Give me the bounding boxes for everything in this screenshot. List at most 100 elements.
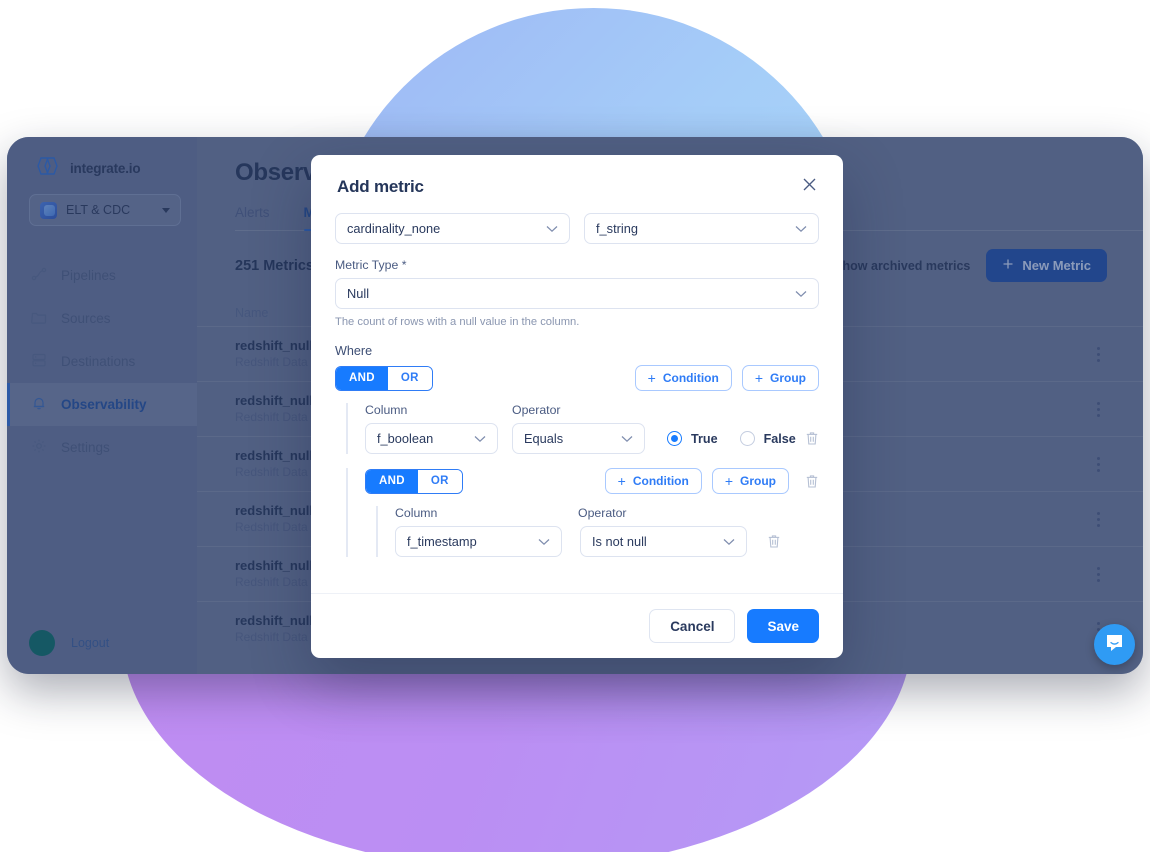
group-add-group-button[interactable]: + Group bbox=[711, 468, 789, 494]
plus-icon: + bbox=[617, 473, 626, 489]
metric-type-value: Null bbox=[347, 286, 370, 301]
group-add-condition-label: Condition bbox=[632, 474, 689, 488]
group-condition-column-select[interactable]: f_timestamp bbox=[395, 526, 562, 557]
logout-row[interactable]: Logout bbox=[29, 630, 109, 656]
screenshot-stage: integrate.io ELT & CDC Pipelines Sources… bbox=[0, 0, 1150, 852]
delete-condition-icon[interactable] bbox=[805, 431, 819, 446]
brand-name: integrate.io bbox=[70, 161, 141, 176]
tab-alerts[interactable]: Alerts bbox=[235, 205, 270, 230]
boolean-false-option[interactable]: False bbox=[739, 431, 796, 446]
sidebar-item-label: Settings bbox=[61, 440, 110, 455]
chevron-down-icon bbox=[723, 534, 735, 549]
avatar bbox=[29, 630, 55, 656]
column-select[interactable]: f_string bbox=[584, 213, 819, 244]
chevron-down-icon bbox=[795, 221, 807, 236]
chevron-down-icon bbox=[621, 431, 633, 446]
group-condition-operator-select[interactable]: Is not null bbox=[580, 526, 747, 557]
brand-logo[interactable]: integrate.io bbox=[7, 137, 197, 180]
dialog-footer: Cancel Save bbox=[311, 593, 843, 658]
root-logic-and[interactable]: AND bbox=[336, 366, 388, 390]
group-logic-or[interactable]: OR bbox=[417, 469, 462, 493]
intercom-launcher-button[interactable] bbox=[1094, 624, 1135, 665]
metric-name-select[interactable]: cardinality_none bbox=[335, 213, 570, 244]
top-select-row: cardinality_none f_string bbox=[335, 213, 819, 244]
metric-type-select[interactable]: Null bbox=[335, 278, 819, 309]
column-value: f_string bbox=[596, 221, 638, 236]
root-add-condition-button[interactable]: + Condition bbox=[634, 365, 732, 391]
root-add-condition-label: Condition bbox=[662, 371, 719, 385]
column-header-name: Name bbox=[235, 306, 269, 320]
workspace-icon bbox=[40, 201, 57, 219]
column-label: Column bbox=[365, 403, 408, 417]
radio-false-icon[interactable] bbox=[739, 431, 755, 446]
where-label: Where bbox=[335, 344, 373, 358]
group-add-buttons: + Condition + Group bbox=[604, 468, 819, 494]
plus-icon bbox=[1002, 258, 1014, 273]
sidebar-item-label: Sources bbox=[61, 311, 111, 326]
logout-label: Logout bbox=[71, 636, 110, 650]
plus-icon: + bbox=[754, 370, 763, 386]
root-logic-toggle[interactable]: AND OR bbox=[335, 365, 433, 391]
group-condition-fields: f_timestamp Is not null bbox=[395, 526, 819, 557]
workspace-selector[interactable]: ELT & CDC bbox=[29, 194, 181, 226]
nested-group-block: AND OR + Condition + Group Column Operat… bbox=[346, 468, 819, 557]
chevron-down-icon bbox=[538, 534, 550, 549]
root-condition-block: Column Operator f_boolean Equals True Fa… bbox=[346, 403, 819, 454]
boolean-true-option[interactable]: True bbox=[667, 431, 718, 446]
operator-label: Operator bbox=[578, 506, 627, 520]
root-condition-operator-value: Equals bbox=[524, 431, 564, 446]
row-menu-icon[interactable] bbox=[1089, 456, 1107, 472]
sidebar-item-settings[interactable]: Settings bbox=[7, 426, 197, 469]
add-metric-dialog: Add metric cardinality_none f_string Met… bbox=[311, 155, 843, 658]
root-logic-or[interactable]: OR bbox=[387, 366, 432, 390]
folder-icon bbox=[31, 309, 47, 328]
sidebar: integrate.io ELT & CDC Pipelines Sources… bbox=[7, 137, 197, 674]
group-logic-toggle[interactable]: AND OR bbox=[365, 468, 463, 494]
sidebar-item-observability[interactable]: Observability bbox=[7, 383, 197, 426]
root-condition-column-value: f_boolean bbox=[377, 431, 434, 446]
radio-true-icon[interactable] bbox=[667, 431, 682, 446]
sidebar-item-sources[interactable]: Sources bbox=[7, 297, 197, 340]
pipelines-icon bbox=[31, 266, 47, 285]
row-menu-icon[interactable] bbox=[1089, 566, 1107, 582]
close-icon[interactable] bbox=[802, 177, 817, 192]
new-metric-label: New Metric bbox=[1022, 258, 1091, 273]
chat-bubble-icon bbox=[1104, 632, 1125, 658]
plus-icon: + bbox=[647, 370, 656, 386]
chevron-down-icon bbox=[474, 431, 486, 446]
row-menu-icon[interactable] bbox=[1089, 511, 1107, 527]
row-menu-icon[interactable] bbox=[1089, 401, 1107, 417]
integrate-logo-icon bbox=[33, 157, 63, 180]
root-condition-operator-select[interactable]: Equals bbox=[512, 423, 645, 454]
delete-group-icon[interactable] bbox=[805, 474, 819, 489]
root-condition-column-select[interactable]: f_boolean bbox=[365, 423, 498, 454]
metric-type-label: Metric Type * bbox=[335, 258, 407, 272]
chevron-down-icon bbox=[795, 286, 807, 301]
save-button[interactable]: Save bbox=[747, 609, 819, 643]
new-metric-button[interactable]: New Metric bbox=[986, 249, 1107, 282]
sidebar-nav: Pipelines Sources Destinations Observabi… bbox=[7, 254, 197, 469]
show-archived-label: Show archived metrics bbox=[834, 258, 971, 273]
dialog-title: Add metric bbox=[337, 177, 424, 196]
cancel-button[interactable]: Cancel bbox=[649, 609, 736, 643]
group-condition-block: Column Operator f_timestamp Is not null bbox=[376, 506, 819, 557]
root-add-buttons: + Condition + Group bbox=[634, 365, 819, 391]
sidebar-item-destinations[interactable]: Destinations bbox=[7, 340, 197, 383]
group-condition-headers: Column Operator bbox=[395, 506, 819, 520]
root-add-group-button[interactable]: + Group bbox=[741, 365, 819, 391]
group-add-group-label: Group bbox=[740, 474, 776, 488]
row-menu-icon[interactable] bbox=[1089, 346, 1107, 362]
sidebar-item-label: Observability bbox=[61, 397, 147, 412]
bell-icon bbox=[31, 395, 47, 414]
metrics-count: 251 Metrics bbox=[235, 257, 314, 274]
group-logic-and[interactable]: AND bbox=[366, 469, 418, 493]
database-icon bbox=[31, 352, 47, 371]
delete-group-condition-icon[interactable] bbox=[767, 534, 781, 549]
root-logic-row: AND OR + Condition + Group bbox=[335, 365, 819, 391]
dialog-header: Add metric bbox=[311, 155, 843, 197]
radio-false-label: False bbox=[763, 431, 796, 446]
root-condition-headers: Column Operator bbox=[365, 403, 819, 417]
sidebar-item-pipelines[interactable]: Pipelines bbox=[7, 254, 197, 297]
plus-icon: + bbox=[724, 473, 733, 489]
group-add-condition-button[interactable]: + Condition bbox=[604, 468, 702, 494]
